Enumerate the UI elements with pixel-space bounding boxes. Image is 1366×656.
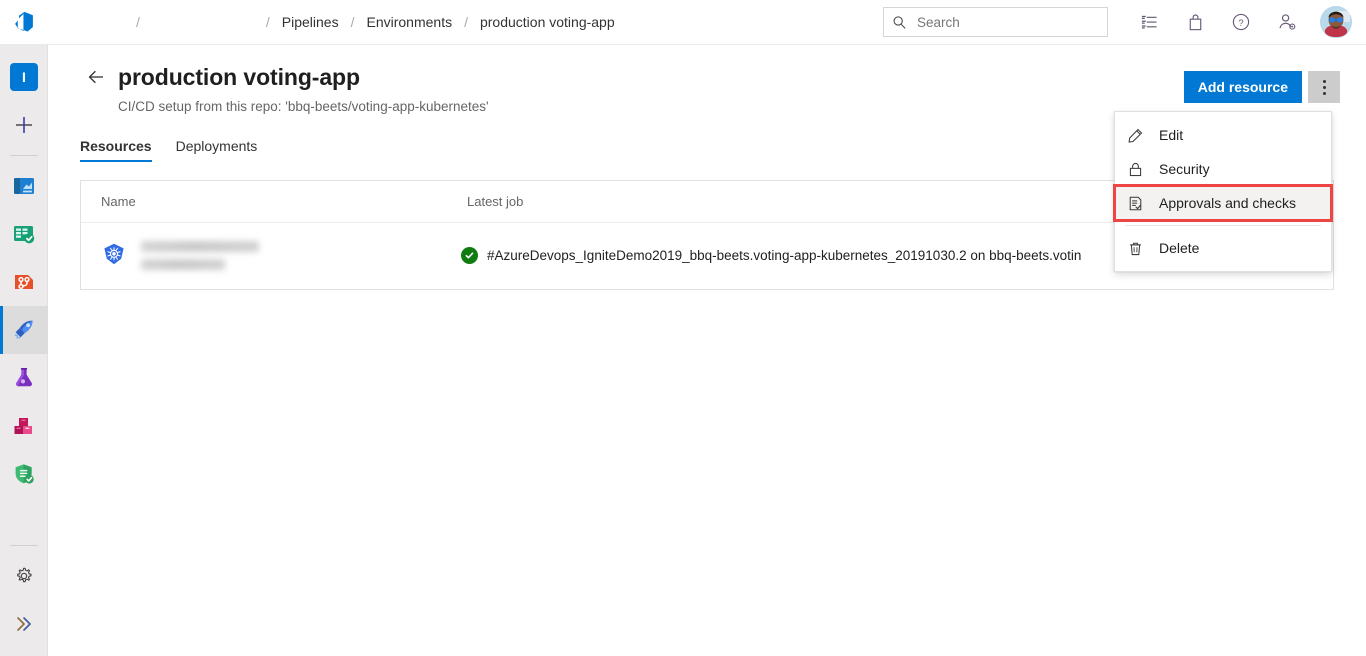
trash-icon [1127, 240, 1151, 257]
kubernetes-icon [101, 242, 127, 268]
left-navigation-rail: I [0, 45, 48, 656]
breadcrumb-current[interactable]: production voting-app [470, 0, 625, 45]
sidebar-item-overview[interactable] [0, 162, 48, 210]
sidebar-divider [9, 155, 38, 156]
sidebar-item-project-settings[interactable] [0, 552, 48, 600]
search-input[interactable] [915, 13, 1099, 31]
breadcrumb-separator: / [464, 14, 468, 30]
sidebar-item-pipelines[interactable] [0, 306, 48, 354]
project-square-icon: I [10, 63, 38, 91]
main-content: production voting-app CI/CD setup from t… [48, 45, 1366, 656]
latest-job-text: #AzureDevops_IgniteDemo2019_bbq-beets.vo… [487, 247, 1082, 263]
svg-text:?: ? [1238, 18, 1243, 29]
boards-icon [11, 221, 37, 247]
sidebar-item-expand-menu[interactable] [0, 600, 48, 648]
success-check-icon [461, 246, 478, 264]
menu-item-label: Edit [1159, 127, 1184, 143]
column-header-name: Name [101, 194, 136, 209]
breadcrumb-pipelines[interactable]: Pipelines [272, 0, 349, 45]
more-actions-context-menu: Edit Security Approvals and checks Delet… [1113, 111, 1333, 272]
pencil-icon [1127, 127, 1151, 144]
menu-item-delete[interactable]: Delete [1115, 231, 1331, 265]
breadcrumb-separator: / [136, 14, 140, 30]
pipelines-rocket-icon [11, 317, 37, 343]
work-items-icon[interactable] [1132, 5, 1166, 39]
menu-item-approvals-and-checks[interactable]: Approvals and checks [1113, 184, 1333, 222]
header-actions: Add resource [1183, 71, 1340, 103]
menu-item-label: Approvals and checks [1159, 195, 1296, 211]
artifacts-boxes-icon [11, 413, 37, 439]
overview-icon [11, 173, 37, 199]
sidebar-divider-bottom [10, 545, 38, 546]
tab-deployments[interactable]: Deployments [176, 132, 258, 162]
top-bar-actions: ? [883, 0, 1366, 45]
redaction-bar [141, 240, 259, 252]
top-navigation-bar: / / Pipelines / Environments / productio… [0, 0, 1366, 45]
more-actions-button[interactable] [1308, 71, 1340, 103]
tab-resources[interactable]: Resources [80, 132, 152, 162]
breadcrumb-separator: / [350, 14, 355, 30]
vertical-ellipsis-icon [1322, 79, 1326, 95]
checklist-icon [1127, 195, 1151, 212]
repos-icon [11, 269, 37, 295]
breadcrumb-environments[interactable]: Environments [357, 0, 463, 45]
search-icon [892, 15, 907, 30]
user-avatar[interactable] [1320, 6, 1352, 38]
marketplace-bag-icon[interactable] [1178, 5, 1212, 39]
azure-devops-logo[interactable] [0, 0, 48, 45]
search-box[interactable] [883, 7, 1108, 37]
cell-resource-name[interactable] [81, 240, 461, 270]
test-plans-flask-icon [11, 365, 37, 391]
double-chevron-right-icon [13, 613, 35, 635]
back-arrow-icon[interactable] [80, 61, 112, 93]
breadcrumb: / / Pipelines / Environments / productio… [48, 0, 625, 45]
user-settings-icon[interactable] [1270, 5, 1304, 39]
redaction-bar [141, 258, 225, 270]
column-header-latest-job: Latest job [467, 194, 524, 209]
gear-icon [13, 565, 35, 587]
breadcrumb-separator: / [265, 14, 270, 30]
menu-item-edit[interactable]: Edit [1115, 118, 1331, 152]
shield-check-icon [11, 461, 37, 487]
menu-item-security[interactable]: Security [1115, 152, 1331, 186]
title-row: production voting-app [80, 61, 1342, 93]
sidebar-item-artifacts[interactable] [0, 402, 48, 450]
page-title: production voting-app [118, 63, 360, 90]
sidebar-item-new[interactable] [0, 101, 48, 149]
help-icon[interactable]: ? [1224, 5, 1258, 39]
sidebar-item-project-avatar[interactable]: I [0, 53, 48, 101]
menu-item-label: Delete [1159, 240, 1200, 256]
cell-latest-job[interactable]: #AzureDevops_IgniteDemo2019_bbq-beets.vo… [461, 246, 1082, 264]
menu-divider [1125, 225, 1321, 226]
sidebar-item-repos[interactable] [0, 258, 48, 306]
sidebar-item-test-plans[interactable] [0, 354, 48, 402]
menu-item-label: Security [1159, 161, 1210, 177]
add-resource-button[interactable]: Add resource [1183, 71, 1302, 103]
sidebar-item-boards[interactable] [0, 210, 48, 258]
page-header: production voting-app CI/CD setup from t… [48, 45, 1366, 114]
sidebar-bottom-group [0, 539, 48, 648]
resource-name-redacted [141, 240, 259, 270]
plus-icon [13, 114, 35, 136]
sidebar-item-advanced-security[interactable] [0, 450, 48, 498]
lock-icon [1127, 161, 1151, 178]
